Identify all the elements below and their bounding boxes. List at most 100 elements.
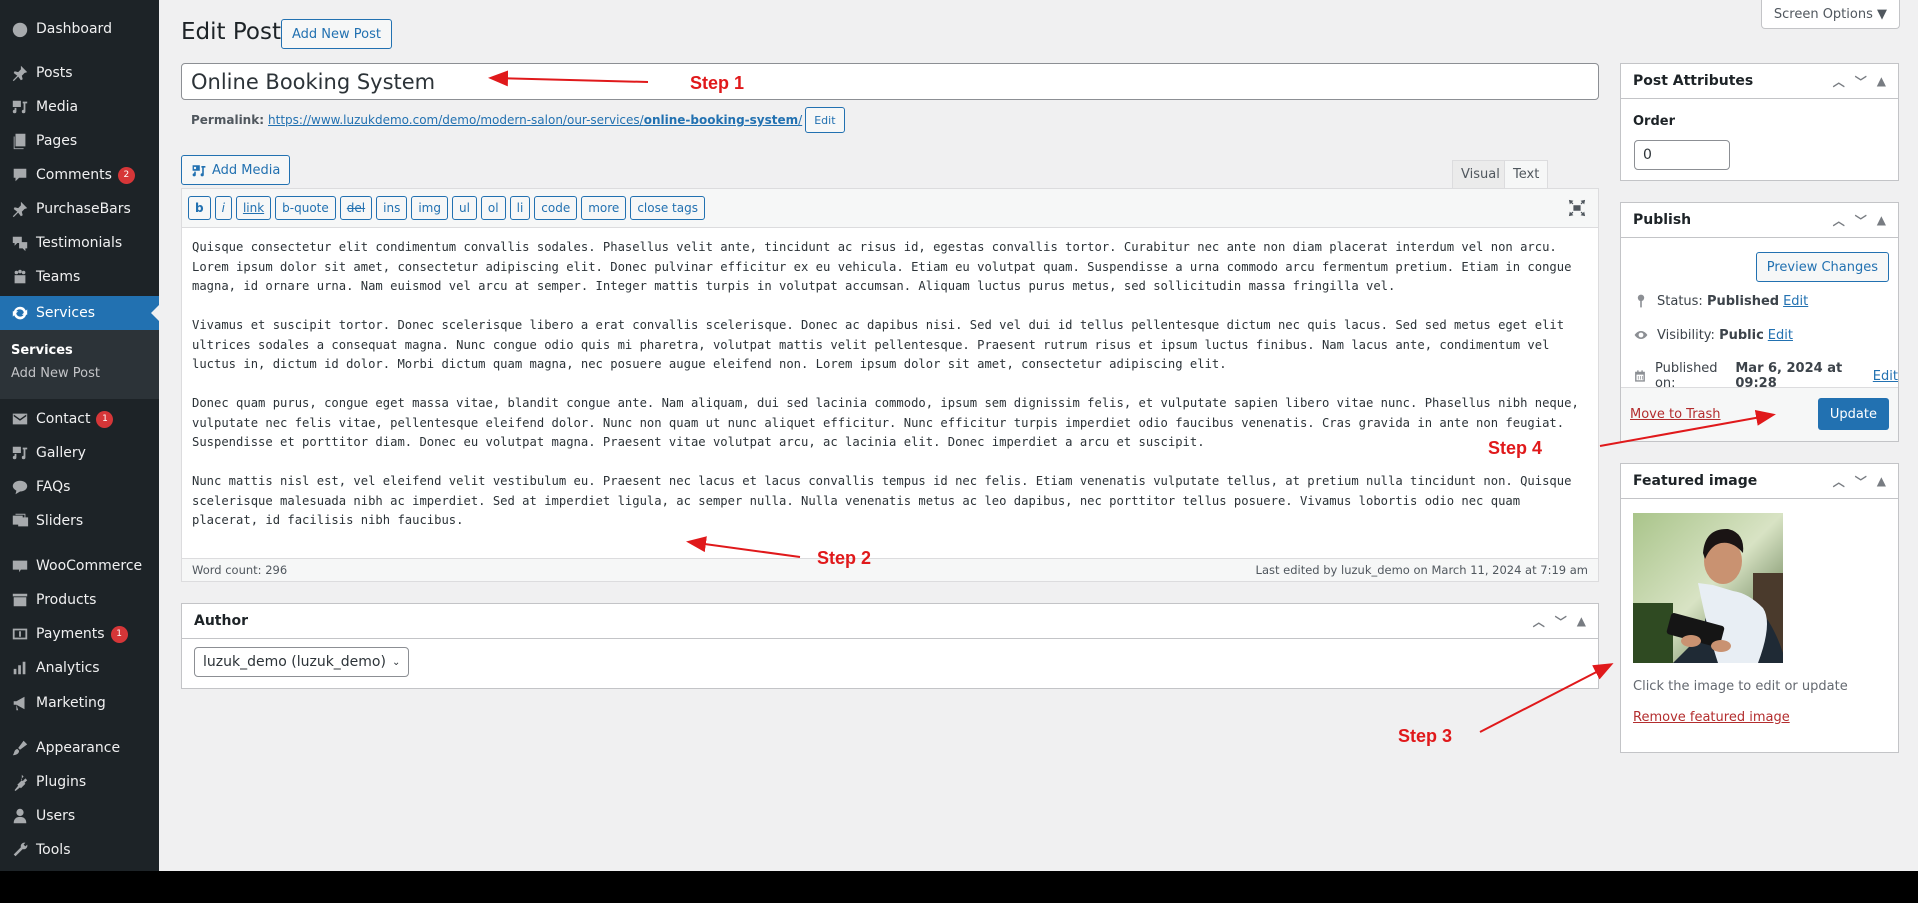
pin-icon bbox=[0, 64, 36, 82]
quicktag-b-button[interactable]: b bbox=[188, 196, 211, 220]
move-up-icon[interactable]: ︿ bbox=[1833, 473, 1845, 490]
sidebar-item-marketing[interactable]: Marketing bbox=[0, 686, 159, 720]
sidebar-item-woocommerce[interactable]: WooCommerce bbox=[0, 549, 159, 583]
media-icon bbox=[0, 98, 36, 116]
chevron-down-icon: ⌄ bbox=[391, 656, 401, 668]
quicktag-close-tags-button[interactable]: close tags bbox=[630, 196, 705, 220]
post-title-input[interactable] bbox=[181, 63, 1599, 100]
fullscreen-icon[interactable] bbox=[1568, 199, 1586, 217]
toggle-panel-icon[interactable]: ▲ bbox=[1877, 74, 1886, 88]
post-content-textarea[interactable]: Quisque consectetur elit condimentum con… bbox=[182, 228, 1598, 558]
sidebar-item-contact[interactable]: Contact 1 bbox=[0, 402, 159, 436]
publish-actions: Move to Trash Update bbox=[1621, 387, 1898, 441]
sidebar-item-analytics[interactable]: Analytics bbox=[0, 651, 159, 685]
visibility-label: Visibility: bbox=[1657, 327, 1715, 343]
quicktag-img-button[interactable]: img bbox=[411, 196, 448, 220]
sidebar-item-faqs[interactable]: FAQs bbox=[0, 470, 159, 504]
permalink-row: Permalink: https://www.luzukdemo.com/dem… bbox=[191, 106, 845, 134]
quicktag-more-button[interactable]: more bbox=[581, 196, 627, 220]
tab-visual[interactable]: Visual bbox=[1452, 160, 1509, 188]
submenu-item-add-new-post[interactable]: Add New Post bbox=[11, 366, 100, 381]
sidebar-item-label: Media bbox=[36, 99, 79, 115]
status-edit-link[interactable]: Edit bbox=[1783, 294, 1808, 309]
sidebar-item-users[interactable]: Users bbox=[0, 799, 159, 833]
quicktag-link-button[interactable]: link bbox=[235, 196, 272, 220]
screen-options-button[interactable]: Screen Options ▼ bbox=[1760, 0, 1900, 29]
submenu-item-services[interactable]: Services bbox=[11, 343, 73, 358]
plugin-icon bbox=[0, 773, 36, 791]
sidebar-item-label: Sliders bbox=[36, 513, 84, 529]
quicktag-ol-button[interactable]: ol bbox=[480, 196, 506, 220]
sidebar-item-sliders[interactable]: Sliders bbox=[0, 504, 159, 538]
pages-icon bbox=[0, 132, 36, 150]
quicktag-b-quote-button[interactable]: b-quote bbox=[275, 196, 336, 220]
permalink-edit-button[interactable]: Edit bbox=[805, 107, 845, 133]
published-edit-link[interactable]: Edit bbox=[1873, 369, 1898, 384]
active-indicator bbox=[151, 305, 159, 321]
post-attributes-metabox: Post Attributes ︿ ﹀ ▲ Order 0 bbox=[1620, 63, 1899, 181]
author-selected-value: luzuk_demo (luzuk_demo) bbox=[203, 654, 386, 670]
sidebar-item-appearance[interactable]: Appearance bbox=[0, 731, 159, 765]
toggle-panel-icon[interactable]: ▲ bbox=[1577, 614, 1586, 628]
sidebar-item-posts[interactable]: Posts bbox=[0, 56, 159, 90]
move-up-icon[interactable]: ︿ bbox=[1533, 613, 1545, 630]
move-down-icon[interactable]: ﹀ bbox=[1855, 73, 1867, 90]
preview-changes-button[interactable]: Preview Changes bbox=[1755, 252, 1889, 282]
sidebar-item-products[interactable]: Products bbox=[0, 583, 159, 617]
visibility-row: Visibility: Public Edit bbox=[1633, 327, 1793, 343]
permalink-base: https://www.luzukdemo.com/demo/modern-sa… bbox=[268, 113, 644, 127]
tab-text[interactable]: Text bbox=[1504, 160, 1549, 188]
editor-status-bar: Word count: 296 Last edited by luzuk_dem… bbox=[182, 558, 1598, 581]
sidebar-item-label: Users bbox=[36, 808, 76, 824]
toggle-panel-icon[interactable]: ▲ bbox=[1877, 213, 1886, 227]
content-paragraph: Vivamus et suscipit tortor. Donec sceler… bbox=[192, 318, 1565, 371]
sidebar-item-label: Plugins bbox=[36, 774, 87, 790]
order-input[interactable]: 0 bbox=[1634, 140, 1730, 170]
quicktag-code-button[interactable]: code bbox=[534, 196, 578, 220]
dashboard-icon bbox=[0, 20, 36, 38]
quicktag-ins-button[interactable]: ins bbox=[376, 196, 408, 220]
quicktag-del-button[interactable]: del bbox=[339, 196, 373, 220]
quicktag-i-button[interactable]: i bbox=[214, 196, 232, 220]
move-down-icon[interactable]: ﹀ bbox=[1855, 212, 1867, 229]
visibility-edit-link[interactable]: Edit bbox=[1768, 328, 1793, 343]
sidebar-item-label: Pages bbox=[36, 133, 78, 149]
sidebar-item-pages[interactable]: Pages bbox=[0, 124, 159, 158]
sidebar-item-purchasebars[interactable]: PurchaseBars bbox=[0, 192, 159, 226]
quicktag-ul-button[interactable]: ul bbox=[451, 196, 477, 220]
add-media-button[interactable]: Add Media bbox=[181, 155, 291, 185]
move-to-trash-link[interactable]: Move to Trash bbox=[1630, 407, 1721, 422]
move-up-icon[interactable]: ︿ bbox=[1833, 73, 1845, 90]
move-up-icon[interactable]: ︿ bbox=[1833, 212, 1845, 229]
sidebar-item-label: Services bbox=[36, 305, 96, 321]
services-submenu: Services Add New Post bbox=[0, 330, 159, 399]
sidebar-item-services[interactable]: Services bbox=[0, 296, 159, 330]
add-new-post-button[interactable]: Add New Post bbox=[281, 19, 392, 49]
sidebar-item-dashboard[interactable]: Dashboard bbox=[0, 12, 159, 46]
permalink-slug: online-booking-system bbox=[643, 113, 799, 127]
images-icon bbox=[0, 512, 36, 530]
remove-featured-image-link[interactable]: Remove featured image bbox=[1633, 710, 1790, 725]
sidebar-item-comments[interactable]: Comments 2 bbox=[0, 158, 159, 192]
sidebar-item-plugins[interactable]: Plugins bbox=[0, 765, 159, 799]
sidebar-item-testimonials[interactable]: Testimonials bbox=[0, 226, 159, 260]
featured-image-thumbnail[interactable] bbox=[1633, 513, 1783, 663]
content-paragraph: Quisque consectetur elit condimentum con… bbox=[192, 240, 1572, 293]
sidebar-item-media[interactable]: Media bbox=[0, 90, 159, 124]
chat-icon bbox=[0, 478, 36, 496]
sidebar-item-tools[interactable]: Tools bbox=[0, 833, 159, 867]
sidebar-item-label: Tools bbox=[36, 842, 71, 858]
update-button[interactable]: Update bbox=[1817, 398, 1889, 430]
author-select[interactable]: luzuk_demo (luzuk_demo) ⌄ bbox=[194, 647, 410, 677]
move-down-icon[interactable]: ﹀ bbox=[1555, 613, 1567, 630]
sidebar-item-payments[interactable]: Payments 1 bbox=[0, 617, 159, 651]
sidebar-item-gallery[interactable]: Gallery bbox=[0, 436, 159, 470]
pin-icon bbox=[0, 200, 36, 218]
permalink-link[interactable]: https://www.luzukdemo.com/demo/modern-sa… bbox=[268, 113, 802, 127]
dollar-icon bbox=[0, 625, 36, 643]
toggle-panel-icon[interactable]: ▲ bbox=[1877, 474, 1886, 488]
move-down-icon[interactable]: ﹀ bbox=[1855, 473, 1867, 490]
sidebar-item-teams[interactable]: Teams bbox=[0, 260, 159, 294]
sidebar-item-label: Gallery bbox=[36, 445, 86, 461]
quicktag-li-button[interactable]: li bbox=[509, 196, 531, 220]
